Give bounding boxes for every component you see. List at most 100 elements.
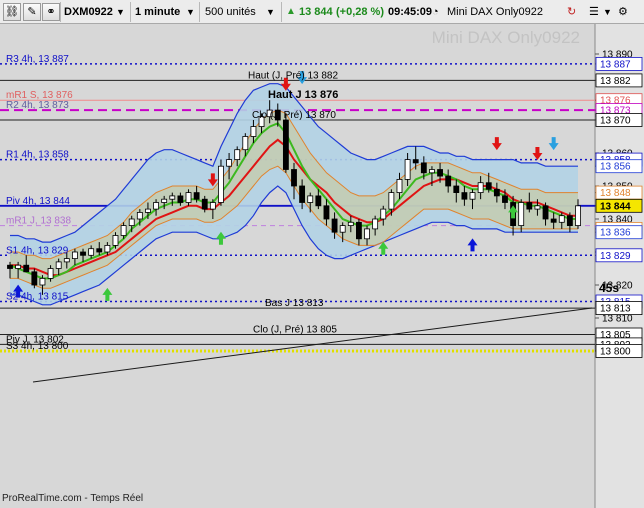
level-label: Haut J 13 876 [268, 89, 338, 101]
link-icon[interactable]: ⛓ [3, 3, 21, 21]
axis-tick-label: 13 810 [602, 314, 633, 325]
candle-body [445, 175, 452, 187]
candle-body [282, 119, 289, 170]
candle-body [128, 218, 135, 226]
candle-body [169, 195, 176, 200]
chevron-down-icon[interactable]: ▼ [186, 3, 195, 21]
candle-body [15, 264, 22, 269]
candle-body [526, 202, 533, 210]
candle-body [323, 205, 330, 220]
candle-body [429, 169, 435, 174]
candle-body [469, 192, 476, 200]
link-chain-icon[interactable]: ⚭ [42, 3, 60, 21]
toolbar-separator [130, 2, 131, 22]
last-time: 09:45:09 [388, 6, 433, 18]
candle-body [461, 192, 468, 200]
last-price: 13 844 [299, 6, 333, 18]
chart-toolbar: ⛓ ✎ ⚭ DXM0922 ▼ 1 minute ▼ 500 unités ▼ … [0, 0, 644, 24]
level-label: Piv 4h, 13 844 [6, 196, 70, 207]
refresh-icon[interactable]: ↻ [567, 3, 576, 21]
settings-icon[interactable]: ⚙ [618, 3, 628, 21]
candle-body [250, 126, 257, 137]
candle-body [388, 192, 395, 210]
toolbar-separator [199, 2, 200, 22]
candle-body [291, 169, 297, 187]
price-chart: Mini DAX Only0922 R3 4h, 13 887 Haut (J, … [0, 24, 644, 508]
level-label: Bas J 13 813 [265, 298, 324, 309]
candle[interactable] [218, 159, 224, 206]
candle-body [120, 225, 127, 236]
footer-credit: ProRealTime.com - Temps Réel [2, 493, 143, 504]
price-change: (+0,28 %) [336, 6, 384, 18]
candle-body [307, 195, 314, 203]
candle[interactable] [282, 113, 289, 173]
level-label: R1 4h, 13 858 [6, 150, 69, 161]
level-label: Clo (J, Pré) 13 805 [253, 325, 337, 336]
toolbar-separator [281, 2, 282, 22]
candle-body [575, 205, 581, 227]
candle-body [437, 169, 443, 177]
candle-body [364, 228, 370, 240]
menu-icon[interactable]: ☰ [589, 3, 599, 21]
symbol-selector[interactable]: DXM0922 [64, 3, 113, 21]
level-label: Haut (J, Pré) 13 882 [248, 70, 338, 81]
candle-body [136, 211, 143, 220]
candle-body [493, 188, 500, 197]
candle-body [226, 159, 233, 167]
candle-body [177, 195, 184, 203]
candle-body [88, 248, 95, 256]
level-label: S3 4h, 13 800 [6, 341, 69, 352]
candle-body [242, 136, 249, 151]
candle-body [542, 205, 549, 220]
candle-body [23, 264, 30, 273]
candle-body [193, 192, 200, 200]
price-tag-label: 13 836 [600, 228, 631, 239]
price-tag-label: 13 882 [600, 76, 631, 87]
candle-body [485, 182, 492, 190]
candle-body [71, 251, 78, 259]
level-label: mR1 J, 13 838 [6, 216, 71, 227]
level-label: Clo (J, Pré) 13 870 [252, 110, 336, 121]
candle-body [558, 215, 565, 223]
candle-body [396, 178, 403, 193]
candle-body [112, 235, 119, 246]
candle-body [201, 198, 208, 210]
candle-body [31, 271, 38, 286]
candle-body [347, 221, 354, 227]
chevron-down-icon[interactable]: ▼ [603, 3, 612, 21]
price-tag-label: 13 856 [600, 162, 631, 173]
price-tags: 13 88713 88213 87613 87313 87013 85813 8… [595, 57, 643, 358]
units-selector[interactable]: 500 unités [205, 3, 256, 21]
candle[interactable] [31, 268, 38, 289]
price-tag-label: 13 813 [600, 304, 631, 315]
candle-body [502, 195, 508, 203]
candle-body [39, 277, 46, 286]
timeframe-selector[interactable]: 1 minute [135, 3, 180, 21]
price-up-icon: ▲ [286, 6, 296, 17]
candle-body [96, 248, 103, 253]
candle-body [145, 208, 151, 213]
candle-body [412, 159, 419, 164]
price-tag-label: 13 887 [600, 59, 631, 70]
candle-body [161, 198, 168, 203]
chevron-down-icon[interactable]: ▼ [266, 3, 275, 21]
bar-countdown: 45s [599, 281, 619, 295]
candle-body [47, 268, 54, 279]
candle-body [453, 185, 460, 193]
chevron-down-icon[interactable]: ▼ [116, 3, 125, 21]
candle-body [80, 251, 86, 256]
candle-body [477, 182, 484, 193]
candle-body [331, 218, 338, 233]
draw-icon[interactable]: ✎ [23, 3, 41, 21]
price-tag-label: 13 800 [600, 347, 631, 358]
price-tag-label: 13 844 [600, 201, 631, 212]
candle-body [355, 221, 362, 240]
level-label: S2 4h, 13 815 [6, 292, 69, 303]
candle-body [518, 202, 525, 227]
candle-body [185, 192, 192, 203]
price-tag-label: 13 870 [600, 116, 631, 127]
candle-body [209, 202, 216, 210]
candle-body [55, 261, 62, 269]
candle-body [63, 258, 70, 263]
candle-body [534, 205, 541, 210]
